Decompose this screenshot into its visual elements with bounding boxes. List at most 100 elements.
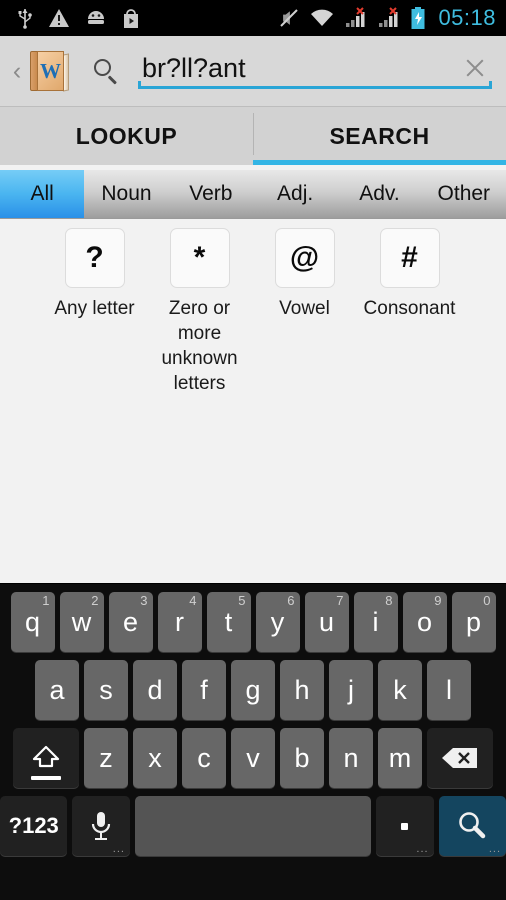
- key-d[interactable]: d: [133, 660, 177, 720]
- key-z[interactable]: z: [84, 728, 128, 788]
- key-c[interactable]: c: [182, 728, 226, 788]
- wildcard-zero-or-more[interactable]: * Zero or more unknown letters: [147, 228, 252, 396]
- key-m[interactable]: m: [378, 728, 422, 788]
- wildcard-zero-or-more-button[interactable]: *: [170, 228, 230, 288]
- pos-filter-verb[interactable]: Verb: [169, 170, 253, 218]
- key-s[interactable]: s: [84, 660, 128, 720]
- pos-filter-other[interactable]: Other: [422, 170, 506, 218]
- key-e-number: 3: [140, 593, 147, 608]
- app-icon-wordweb[interactable]: W: [30, 48, 72, 94]
- key-q[interactable]: 1q: [11, 592, 55, 652]
- tab-lookup-label: LOOKUP: [76, 123, 177, 150]
- backspace-key[interactable]: [427, 728, 493, 788]
- app-icon-letter: W: [37, 51, 64, 91]
- silent-mode-icon: [278, 7, 300, 29]
- key-q-label: q: [25, 607, 40, 638]
- search-input[interactable]: br?ll?ant: [138, 45, 492, 97]
- wildcard-any-letter-label: Any letter: [45, 296, 145, 321]
- key-t[interactable]: 5t: [207, 592, 251, 652]
- wildcard-any-letter-button[interactable]: ?: [65, 228, 125, 288]
- key-o-label: o: [417, 607, 432, 638]
- tab-lookup[interactable]: LOOKUP: [0, 107, 253, 165]
- microphone-icon: [88, 809, 114, 843]
- wildcard-consonant[interactable]: # Consonant: [357, 228, 462, 396]
- period-key-options-hint: ...: [416, 845, 428, 853]
- key-j[interactable]: j: [329, 660, 373, 720]
- key-k[interactable]: k: [378, 660, 422, 720]
- wildcard-vowel-button[interactable]: @: [275, 228, 335, 288]
- space-key[interactable]: [135, 796, 371, 856]
- signal-2-no-service-icon: [377, 7, 401, 29]
- key-i[interactable]: 8i: [354, 592, 398, 652]
- keyboard-row-1: 1q 2w 3e 4r 5t 6y 7u 8i 9o 0p: [0, 588, 506, 656]
- shift-key[interactable]: [13, 728, 79, 788]
- back-button[interactable]: ‹: [6, 59, 28, 84]
- key-l[interactable]: l: [427, 660, 471, 720]
- key-t-label: t: [225, 607, 233, 638]
- pos-filter-adj[interactable]: Adj.: [253, 170, 337, 218]
- key-f[interactable]: f: [182, 660, 226, 720]
- android-debug-icon: [84, 10, 108, 26]
- microphone-key[interactable]: ...: [72, 796, 130, 856]
- key-n[interactable]: n: [329, 728, 373, 788]
- battery-charging-icon: [410, 6, 426, 30]
- key-h[interactable]: h: [280, 660, 324, 720]
- tab-lookup-indicator: [0, 160, 253, 165]
- search-icon: [455, 809, 489, 843]
- key-g[interactable]: g: [231, 660, 275, 720]
- wildcard-any-letter[interactable]: ? Any letter: [42, 228, 147, 396]
- keyboard-row-3: z x c v b n m: [0, 724, 506, 792]
- tab-bar: LOOKUP SEARCH: [0, 107, 506, 165]
- key-y-number: 6: [287, 593, 294, 608]
- search-icon-circle: [94, 59, 111, 76]
- key-r-label: r: [175, 607, 184, 638]
- key-w-label: w: [72, 607, 92, 638]
- microphone-key-options-hint: ...: [113, 845, 125, 853]
- wildcard-consonant-button[interactable]: #: [380, 228, 440, 288]
- search-key[interactable]: ...: [439, 796, 506, 856]
- pos-filter-noun[interactable]: Noun: [84, 170, 168, 218]
- usb-icon: [16, 7, 34, 29]
- backspace-icon: [440, 745, 480, 771]
- tab-search-label: SEARCH: [329, 123, 429, 150]
- key-p-number: 0: [483, 593, 490, 608]
- key-e[interactable]: 3e: [109, 592, 153, 652]
- key-a[interactable]: a: [35, 660, 79, 720]
- wildcard-consonant-label: Consonant: [360, 296, 460, 321]
- key-u[interactable]: 7u: [305, 592, 349, 652]
- key-x[interactable]: x: [133, 728, 177, 788]
- wifi-icon: [309, 9, 335, 28]
- key-i-label: i: [373, 607, 379, 638]
- key-p[interactable]: 0p: [452, 592, 496, 652]
- action-bar: ‹ W br?ll?ant: [0, 36, 506, 107]
- status-bar-right-icons: 05:18: [278, 6, 506, 30]
- tab-search[interactable]: SEARCH: [253, 107, 506, 165]
- pos-filter-adv[interactable]: Adv.: [337, 170, 421, 218]
- symbols-key[interactable]: ?123: [0, 796, 67, 856]
- key-y-label: y: [271, 607, 285, 638]
- key-y[interactable]: 6y: [256, 592, 300, 652]
- pos-filter-all[interactable]: All: [0, 170, 84, 218]
- key-b[interactable]: b: [280, 728, 324, 788]
- key-r[interactable]: 4r: [158, 592, 202, 652]
- tab-search-indicator: [253, 160, 506, 165]
- key-i-number: 8: [385, 593, 392, 608]
- search-icon-handle: [108, 75, 117, 84]
- key-w[interactable]: 2w: [60, 592, 104, 652]
- key-u-number: 7: [336, 593, 343, 608]
- keyboard-row-2: a s d f g h j k l: [0, 656, 506, 724]
- key-u-label: u: [319, 607, 334, 638]
- key-v[interactable]: v: [231, 728, 275, 788]
- key-e-label: e: [123, 607, 138, 638]
- search-icon: [92, 57, 120, 85]
- wildcard-help-row: ? Any letter * Zero or more unknown lett…: [0, 219, 506, 396]
- wildcard-vowel[interactable]: @ Vowel: [252, 228, 357, 396]
- key-o[interactable]: 9o: [403, 592, 447, 652]
- shift-icon: [29, 743, 63, 773]
- search-input-value: br?ll?ant: [142, 51, 246, 85]
- clear-icon[interactable]: [464, 57, 486, 79]
- warning-icon: [48, 8, 70, 28]
- wildcard-vowel-label: Vowel: [255, 296, 355, 321]
- period-key-label: [401, 823, 408, 830]
- period-key[interactable]: ...: [376, 796, 434, 856]
